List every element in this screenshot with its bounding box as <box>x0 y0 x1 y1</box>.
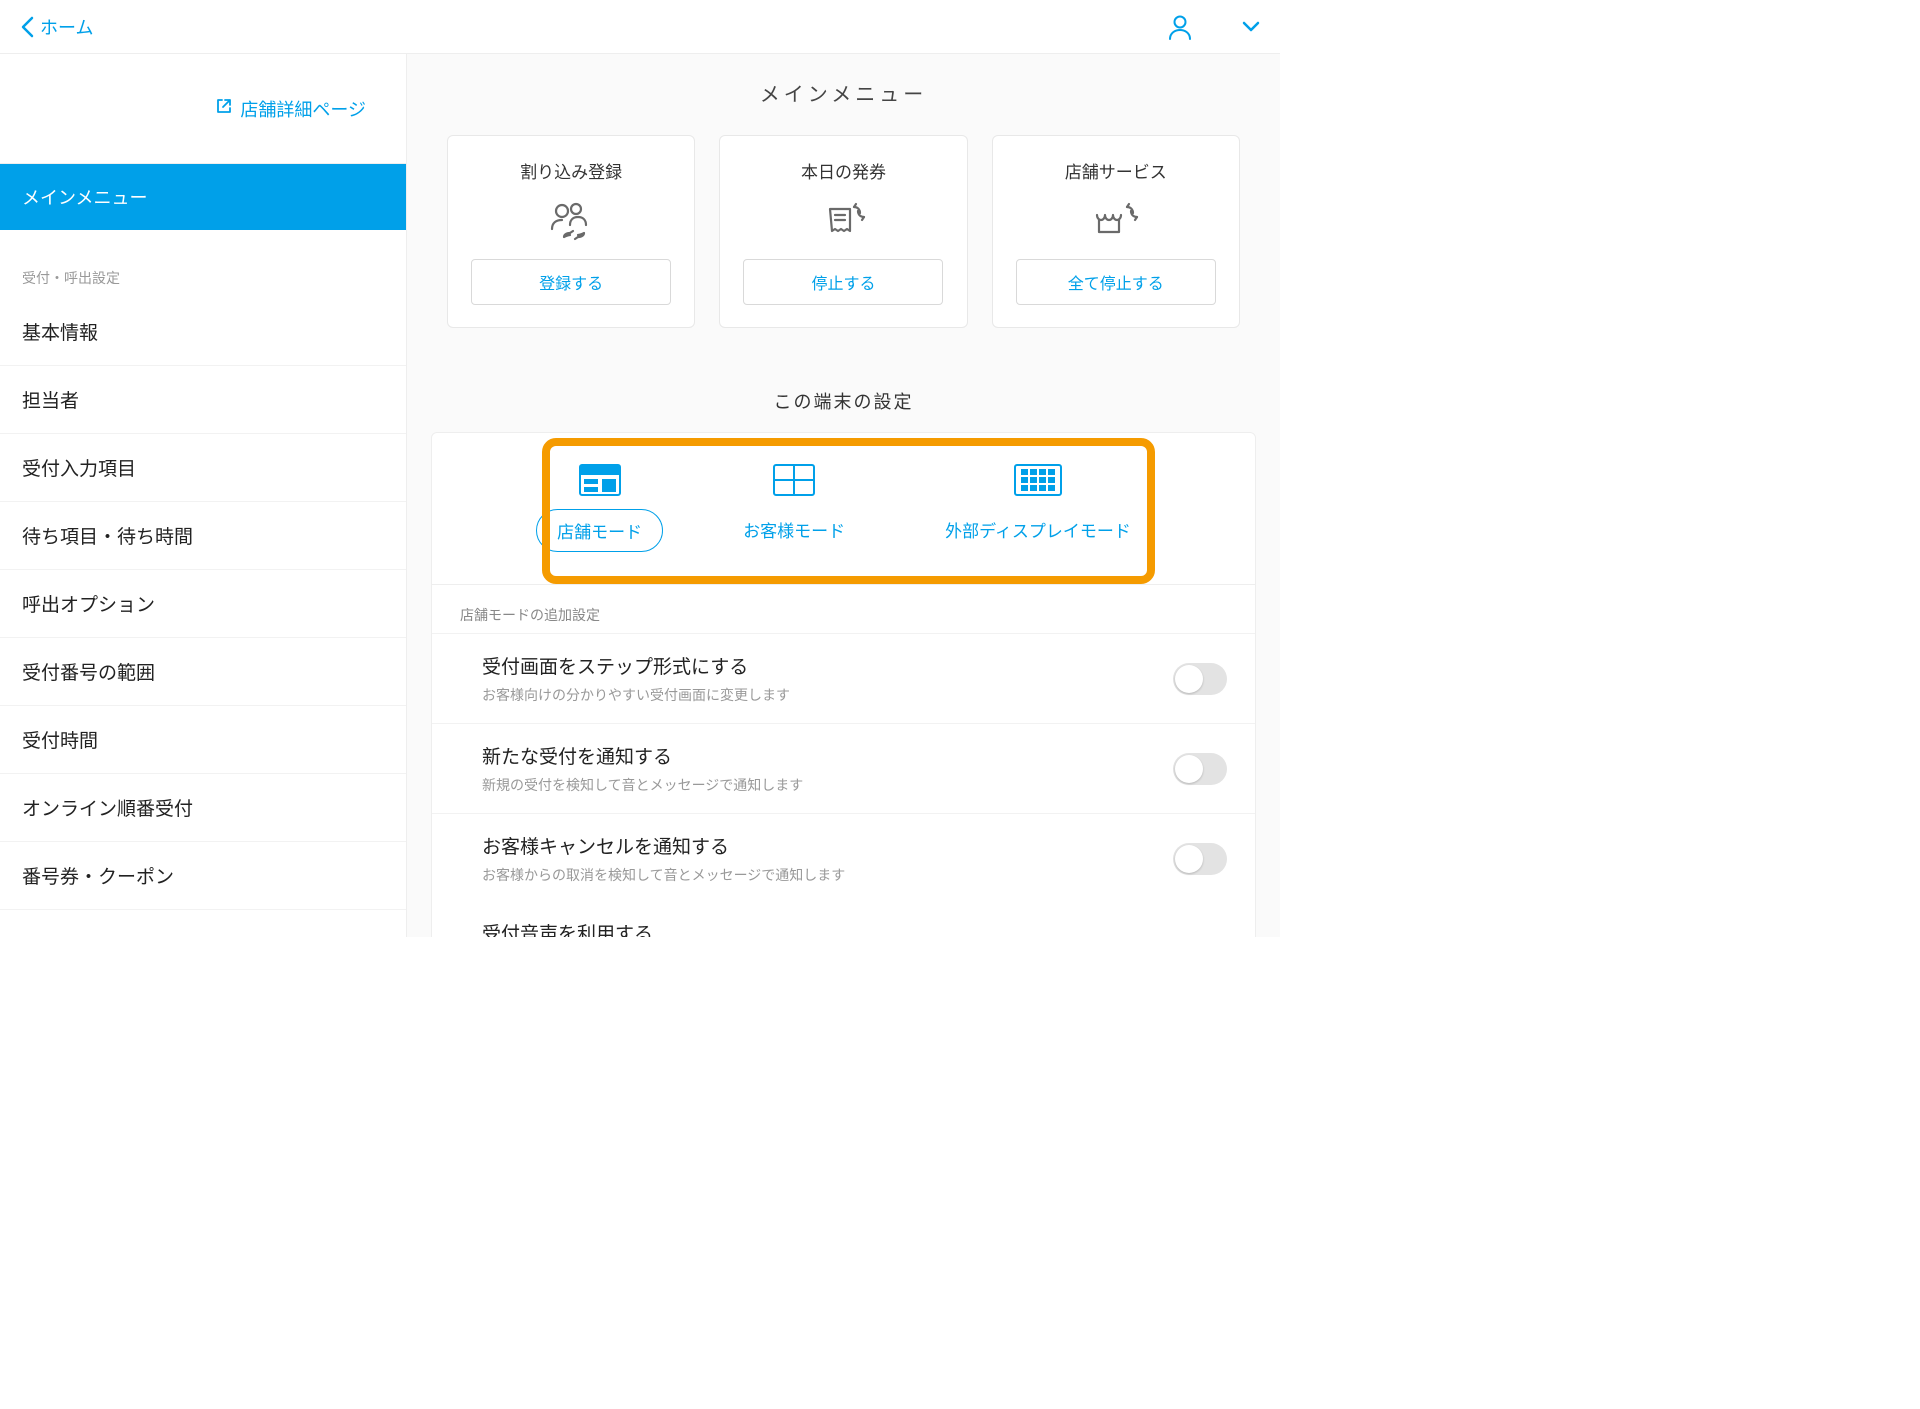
stop-all-button[interactable]: 全て停止する <box>1016 259 1216 305</box>
setting-cancel-notify: お客様キャンセルを通知する お客様からの取消を検知して音とメッセージで通知します <box>432 813 1255 903</box>
sidebar-item-online-queue[interactable]: オンライン順番受付 <box>0 774 406 842</box>
tab-external-display-mode[interactable]: 外部ディスプレイモード <box>925 463 1151 552</box>
main-content: メインメニュー 割り込み登録 登録する 本日の発券 停止する 店舗サービス <box>407 54 1280 937</box>
sub-section-label: 店舗モードの追加設定 <box>432 585 1255 633</box>
mode-label: 外部ディスプレイモード <box>925 509 1151 550</box>
sidebar-item-label: 基本情報 <box>22 323 98 344</box>
sidebar-item-basic-info[interactable]: 基本情報 <box>0 298 406 366</box>
sidebar-item-label: オンライン順番受付 <box>22 799 193 820</box>
setting-text: 受付画面をステップ形式にする お客様向けの分かりやすい受付画面に変更します <box>482 652 790 705</box>
button-label: 停止する <box>811 276 875 293</box>
sidebar-item-staff[interactable]: 担当者 <box>0 366 406 434</box>
setting-text: 新たな受付を通知する 新規の受付を検知して音とメッセージで通知します <box>482 742 803 795</box>
setting-text: お客様キャンセルを通知する お客様からの取消を検知して音とメッセージで通知します <box>482 832 845 885</box>
header: ホーム <box>0 0 1280 54</box>
setting-desc: お客様からの取消を検知して音とメッセージで通知します <box>482 865 845 885</box>
stop-button[interactable]: 停止する <box>743 259 943 305</box>
sidebar-item-number-range[interactable]: 受付番号の範囲 <box>0 638 406 706</box>
sidebar-item-label: 待ち項目・待ち時間 <box>22 527 193 548</box>
store-detail-label: 店舗詳細ページ <box>240 96 366 122</box>
customer-mode-icon <box>772 463 816 497</box>
back-label: ホーム <box>40 14 93 40</box>
tab-customer-mode[interactable]: お客様モード <box>723 463 865 552</box>
external-link-icon <box>216 98 232 119</box>
button-label: 登録する <box>539 276 603 293</box>
toggle-new-notify[interactable] <box>1173 753 1227 785</box>
mode-panel: 店舗モード お客様モード 外部ディスプレイモード 店舗モードの追加設定 <box>431 432 1256 937</box>
mode-tabs: 店舗モード お客様モード 外部ディスプレイモード <box>432 433 1255 585</box>
people-sync-icon <box>548 197 594 245</box>
card-title: 割り込み登録 <box>520 158 622 183</box>
sidebar-item-wait-settings[interactable]: 待ち項目・待ち時間 <box>0 502 406 570</box>
mode-label: 店舗モード <box>536 509 663 552</box>
sidebar-item-input-fields[interactable]: 受付入力項目 <box>0 434 406 502</box>
card-interrupt-register: 割り込み登録 登録する <box>447 135 695 328</box>
sidebar-item-call-options[interactable]: 呼出オプション <box>0 570 406 638</box>
setting-title: 新たな受付を通知する <box>482 742 803 769</box>
sidebar-item-label: メインメニュー <box>22 188 147 208</box>
register-button[interactable]: 登録する <box>471 259 671 305</box>
device-section-title: この端末の設定 <box>407 388 1280 414</box>
sidebar-item-main-menu[interactable]: メインメニュー <box>0 164 406 230</box>
user-area <box>1168 14 1260 40</box>
chevron-left-icon <box>20 16 34 38</box>
sidebar: 店舗詳細ページ メインメニュー 受付・呼出設定 基本情報 担当者 受付入力項目 … <box>0 54 407 937</box>
setting-new-notify: 新たな受付を通知する 新規の受付を検知して音とメッセージで通知します <box>432 723 1255 813</box>
card-title: 本日の発券 <box>801 158 886 183</box>
sidebar-section-label: 受付・呼出設定 <box>0 230 406 298</box>
sidebar-item-label: 呼出オプション <box>22 595 155 616</box>
setting-title: お客様キャンセルを通知する <box>482 832 845 859</box>
sidebar-item-label: 受付番号の範囲 <box>22 663 155 684</box>
setting-desc: 新規の受付を検知して音とメッセージで通知します <box>482 775 803 795</box>
sidebar-item-reception-hours[interactable]: 受付時間 <box>0 706 406 774</box>
setting-desc: お客様向けの分かりやすい受付画面に変更します <box>482 685 790 705</box>
store-sync-icon <box>1091 197 1141 245</box>
receipt-sync-icon <box>820 197 866 245</box>
external-display-icon <box>1013 463 1063 497</box>
sidebar-item-label: 担当者 <box>22 391 79 412</box>
card-store-service: 店舗サービス 全て停止する <box>992 135 1240 328</box>
setting-step-form: 受付画面をステップ形式にする お客様向けの分かりやすい受付画面に変更します <box>432 633 1255 723</box>
toggle-cancel-notify[interactable] <box>1173 843 1227 875</box>
mode-label: お客様モード <box>723 509 865 550</box>
store-detail-link[interactable]: 店舗詳細ページ <box>0 54 406 164</box>
sidebar-item-label: 番号券・クーポン <box>22 867 174 888</box>
setting-title: 受付画面をステップ形式にする <box>482 652 790 679</box>
user-icon[interactable] <box>1168 14 1192 40</box>
action-cards: 割り込み登録 登録する 本日の発券 停止する 店舗サービス 全 <box>407 135 1280 328</box>
setting-title: 受付音声を利用する <box>482 924 653 937</box>
sidebar-item-tickets[interactable]: 番号券・クーポン <box>0 842 406 910</box>
toggle-step-form[interactable] <box>1173 663 1227 695</box>
page-title: メインメニュー <box>407 54 1280 135</box>
card-title: 店舗サービス <box>1065 158 1167 183</box>
store-mode-icon <box>578 463 622 497</box>
tab-store-mode[interactable]: 店舗モード <box>536 463 663 552</box>
button-label: 全て停止する <box>1068 276 1164 293</box>
card-today-ticket: 本日の発券 停止する <box>719 135 967 328</box>
back-button[interactable]: ホーム <box>20 14 93 40</box>
chevron-down-icon[interactable] <box>1242 21 1260 33</box>
sidebar-item-label: 受付時間 <box>22 731 98 752</box>
sidebar-item-label: 受付入力項目 <box>22 459 136 480</box>
setting-voice: 受付音声を利用する <box>432 903 1255 937</box>
